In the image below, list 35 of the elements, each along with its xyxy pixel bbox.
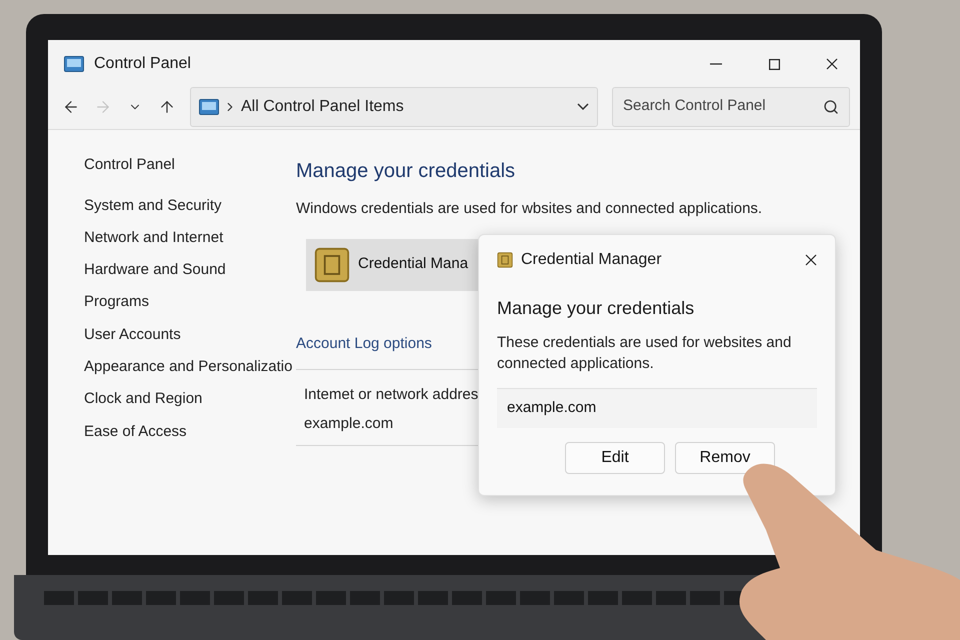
sidebar-link[interactable]: Ease of Access — [84, 420, 290, 453]
close-icon[interactable] — [805, 254, 817, 266]
maximize-icon[interactable] — [768, 58, 780, 70]
sidebar-link[interactable]: Programs — [84, 291, 290, 324]
table-cell-text: example.com — [304, 414, 394, 434]
close-icon[interactable] — [826, 58, 838, 70]
search-field[interactable]: Search Control Panel — [623, 95, 823, 118]
sidebar-link[interactable]: Clock and Region — [84, 388, 290, 421]
dialog-title: Credential Manager — [521, 250, 662, 270]
safe-icon — [314, 246, 350, 282]
column-header: Intemet or network addres — [304, 385, 478, 405]
address-bar[interactable]: All Control Panel Items — [190, 86, 598, 126]
credential-entry[interactable]: example.com — [497, 388, 817, 428]
control-panel-icon — [199, 98, 219, 114]
page-heading: Manage your credentials — [296, 159, 516, 184]
page-description: Windows credentials are used for wbsites and connected applications. — [296, 199, 762, 219]
dialog-description: These credentials are used for websites and connected applications. — [497, 333, 792, 374]
sidebar-link[interactable]: Hardware and Sound — [84, 259, 290, 292]
address-path: All Control Panel Items — [241, 96, 404, 116]
dialog-heading: Manage your credentials — [497, 297, 696, 320]
account-options-link[interactable]: Account Log options — [296, 332, 432, 355]
sidebar-link[interactable]: Network and Internet — [84, 226, 290, 260]
sidebar-title: Control Panel — [84, 155, 176, 175]
window-title: Control Panel — [94, 54, 191, 74]
minimize-icon[interactable] — [710, 63, 722, 65]
search-bar[interactable]: Search Control Panel — [612, 86, 850, 126]
sidebar-link[interactable]: User Accounts — [84, 324, 290, 356]
safe-icon — [497, 252, 513, 268]
search-icon — [823, 98, 839, 114]
chevron-down-icon[interactable] — [577, 103, 589, 110]
control-panel-icon — [64, 56, 84, 72]
sidebar-link[interactable]: System and Security — [84, 194, 290, 227]
dialog-button[interactable]: Remov — [675, 442, 775, 474]
dialog-button[interactable]: Edit — [565, 442, 665, 474]
sidebar-link[interactable]: Appearance and Personalizatio — [84, 356, 290, 388]
